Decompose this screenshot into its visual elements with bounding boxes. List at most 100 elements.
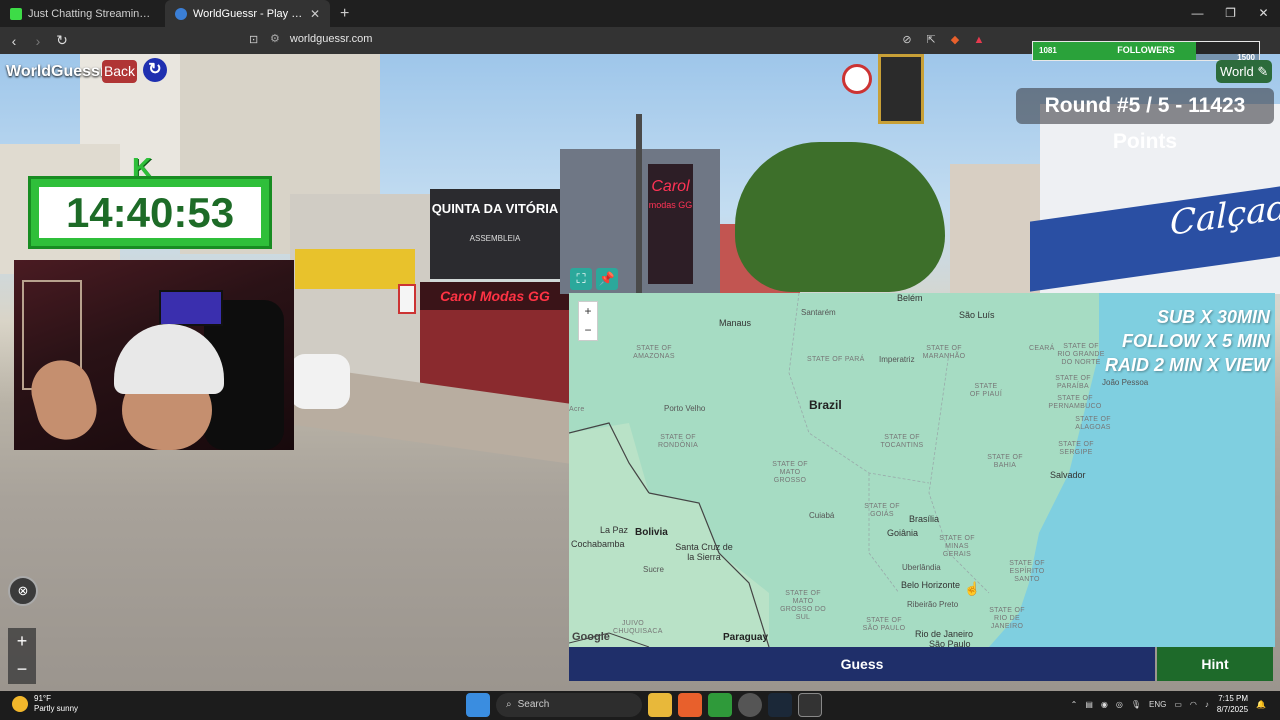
monitor: [159, 290, 223, 326]
url-field[interactable]: ⚙ worldguessr.com: [270, 32, 372, 46]
map-zoom-out-button[interactable]: −: [579, 321, 597, 340]
map-city: São Luís: [959, 310, 995, 320]
map-state: Acre: [569, 406, 585, 413]
map-state: STATE OF PIAUÍ: [969, 383, 1003, 398]
tray-network-icon[interactable]: ◎: [1116, 700, 1123, 709]
hand-cursor-icon: ☝: [964, 581, 981, 596]
restore-button[interactable]: ❐: [1214, 0, 1247, 27]
expand-map-icon[interactable]: ⛶: [570, 268, 592, 290]
bookmark-icon[interactable]: ⊡: [249, 33, 258, 46]
address-bar-icons: ⊘ ⇱ ◆ ▲: [900, 33, 986, 47]
weather-sun-icon: [12, 696, 28, 712]
language-indicator[interactable]: ENG: [1149, 700, 1166, 709]
map-city: Rio de Janeiro: [915, 629, 974, 639]
tab-kick[interactable]: Just Chatting Streaming - Live Stream: [0, 0, 165, 27]
map-state: STATE OF RONDÔNIA: [657, 434, 699, 449]
tray-volume-icon[interactable]: ♪: [1205, 700, 1209, 709]
tray-mic-icon[interactable]: 🎙: [1131, 700, 1141, 709]
screen: Just Chatting Streaming - Live Stream Wo…: [0, 0, 1280, 720]
tab-title: WorldGuessr - Play Geoguessr free: [193, 7, 304, 20]
pin-map-icon[interactable]: 📌: [596, 268, 618, 290]
google-attribution: Google: [572, 631, 610, 643]
worldguessr-logo[interactable]: WorldGuessr: [6, 63, 106, 81]
map-city: Manaus: [719, 318, 752, 328]
tray-chevron-icon[interactable]: ⌃: [1071, 700, 1078, 709]
site-info-icon[interactable]: ⚙: [270, 32, 280, 45]
weather-widget[interactable]: 91°F Partly sunny: [12, 694, 78, 714]
steam-icon[interactable]: [768, 693, 792, 717]
rule-line: SUB X 30MIN: [1156, 307, 1270, 327]
map-zoom-in-button[interactable]: +: [579, 302, 597, 321]
map-city: Santarém: [801, 308, 836, 317]
map-city: Cochabamba: [571, 539, 625, 549]
obs-icon[interactable]: [738, 693, 762, 717]
traffic-light: [878, 54, 924, 124]
tray-steam-icon[interactable]: ◉: [1101, 700, 1108, 709]
forward-arrow-icon[interactable]: ›: [28, 33, 48, 49]
close-tab-icon[interactable]: ✕: [310, 7, 320, 21]
brave-rewards-icon[interactable]: ▲: [972, 33, 986, 47]
sign-text: Carol: [651, 178, 690, 195]
map-country-label: Brazil: [809, 398, 842, 412]
map-state: STATE OF GOIÁS: [864, 503, 900, 518]
notification-bell-icon[interactable]: 🔔: [1256, 700, 1266, 709]
clock[interactable]: 7:15 PM 8/7/2025: [1217, 693, 1248, 715]
windows-start-icon[interactable]: [466, 693, 490, 717]
tray-wifi-icon[interactable]: ◠: [1190, 700, 1197, 709]
refresh-button[interactable]: ↻: [143, 58, 167, 82]
map-state: JUIVO CHUQUISACA: [613, 620, 663, 635]
brave-browser-icon[interactable]: [678, 693, 702, 717]
subathon-timer: 14:40:53: [28, 176, 272, 249]
map-state: STATE OF SÃO PAULO: [862, 617, 906, 632]
store-sign: Carol modas GG: [648, 164, 693, 284]
minimize-button[interactable]: —: [1181, 0, 1214, 27]
new-tab-button[interactable]: +: [330, 0, 359, 27]
compass-icon[interactable]: ⊗: [8, 576, 38, 606]
reload-icon[interactable]: ↻: [52, 32, 72, 49]
street-zoom-out-button[interactable]: −: [8, 656, 36, 684]
rule-line: RAID 2 MIN X VIEW: [1104, 355, 1270, 375]
subathon-rules: SUB X 30MIN FOLLOW X 5 MIN RAID 2 MIN X …: [1105, 305, 1270, 377]
map-state: STATE OF MINAS GERAIS: [939, 535, 975, 558]
map-city: Goiânia: [887, 528, 919, 538]
sign-text: QUINTA DA VITÓRIA: [431, 201, 559, 216]
map-mode-button[interactable]: World ✎: [1216, 60, 1272, 83]
tray-app-icon[interactable]: ▤: [1085, 700, 1093, 709]
pole: [636, 114, 642, 294]
map-city: Imperatriz: [879, 355, 915, 364]
map-city: Salvador: [1050, 470, 1086, 480]
map-state: STATE OF MARANHÃO: [922, 345, 966, 360]
kick-icon: [10, 7, 22, 20]
map-state: STATE OF ESPÍRITO SANTO: [1009, 560, 1045, 583]
map-city: Sucre: [643, 565, 664, 574]
weather-condition: Partly sunny: [34, 704, 79, 713]
rule-line: FOLLOW X 5 MIN: [1122, 331, 1270, 351]
map-zoom-controls: + −: [578, 301, 598, 341]
map-city: Belém: [897, 293, 923, 303]
map-state: STATE OF MATO GROSSO: [772, 461, 808, 484]
map-toolbar: ⛶ 📌: [570, 268, 618, 290]
parking-sign: [398, 284, 416, 314]
file-explorer-icon[interactable]: [648, 693, 672, 717]
share-icon[interactable]: ⇱: [924, 33, 938, 47]
tray-display-icon[interactable]: ▭: [1174, 700, 1182, 709]
map-city: Santa Cruz de la Sierra: [675, 542, 733, 562]
taskbar-apps: ⌕ Search: [466, 693, 822, 717]
tab-worldguessr[interactable]: WorldGuessr - Play Geoguessr free ✕: [165, 0, 330, 27]
back-button[interactable]: Back: [102, 60, 137, 83]
map-state: STATE OF MATO GROSSO DO SUL: [780, 590, 826, 621]
xbox-icon[interactable]: [708, 693, 732, 717]
sign-text: Carol Modas GG: [440, 288, 550, 304]
temperature: 91°F: [34, 694, 51, 703]
street-zoom-in-button[interactable]: +: [8, 628, 36, 656]
edit-pencil-icon: ✎: [1257, 64, 1269, 79]
translate-icon[interactable]: ⊘: [900, 33, 914, 47]
taskbar-search[interactable]: ⌕ Search: [496, 693, 642, 717]
epic-games-icon[interactable]: [798, 693, 822, 717]
guess-button[interactable]: Guess: [569, 647, 1155, 681]
store-sign: Carol Modas GG: [420, 282, 570, 310]
brave-shield-icon[interactable]: ◆: [948, 33, 962, 47]
close-window-button[interactable]: ✕: [1247, 0, 1280, 27]
hint-button[interactable]: Hint: [1157, 647, 1273, 681]
back-arrow-icon[interactable]: ‹: [4, 33, 24, 49]
